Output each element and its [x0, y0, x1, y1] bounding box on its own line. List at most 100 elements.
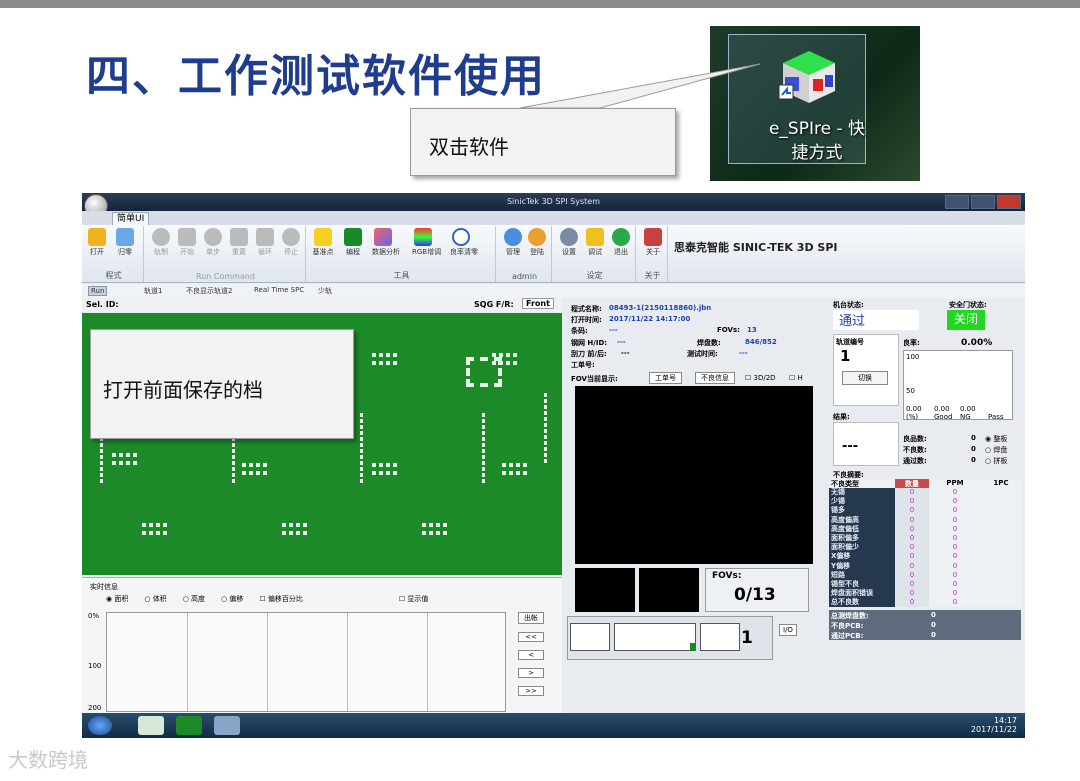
debug-icon — [586, 228, 604, 246]
p-icon — [152, 228, 170, 246]
manage-button[interactable]: 管理 — [502, 228, 524, 257]
checkbox-offset-percent[interactable]: ☐ 偏移百分比 — [259, 594, 303, 604]
radio-area[interactable]: ◉ 面积 — [106, 594, 128, 604]
stencil-label: 钢网 H/ID: — [571, 339, 608, 347]
debug-button[interactable]: 调试 — [584, 228, 606, 257]
radio-height[interactable]: ○ 高度 — [183, 594, 205, 604]
radio-panel[interactable]: ○ 拼板 — [985, 456, 1007, 466]
radio-offset[interactable]: ○ 偏移 — [221, 594, 243, 604]
fov-thumb-2[interactable] — [639, 568, 699, 612]
test-time-label: 测试时间: — [687, 350, 718, 358]
user-icon — [528, 228, 546, 246]
fov-count-box: FOVs: 0/13 — [705, 568, 809, 612]
maximize-button[interactable] — [971, 195, 995, 209]
io-button[interactable]: I/O — [779, 624, 797, 636]
step-button[interactable]: 单步 — [202, 228, 224, 257]
last-button[interactable]: >> — [518, 686, 544, 696]
defect-row[interactable]: Y偏移 0 0 — [829, 561, 1021, 571]
joints: 846/852 — [745, 338, 777, 346]
excel-taskbar-icon[interactable] — [138, 716, 164, 735]
squeegee: --- — [621, 349, 630, 357]
realtime-title: 实时信息 — [90, 583, 118, 591]
subtab-less-track[interactable]: 少轨 — [318, 286, 332, 296]
subtab-defect-track2[interactable]: 不良显示轨道2 — [186, 286, 232, 296]
yield-chart: 100 50 0.00 0.00 0.00 (%) Good NG Pass — [903, 350, 1013, 421]
minimize-button[interactable] — [945, 195, 969, 209]
taskbar-clock: 14:17 2017/11/22 — [970, 716, 1017, 734]
home-button[interactable]: 归零 — [114, 228, 136, 257]
start-orb-icon[interactable] — [88, 716, 112, 735]
tab-simple-ui[interactable]: 简单UI — [112, 212, 150, 225]
stencil: --- — [617, 338, 626, 346]
next-button[interactable]: > — [518, 668, 544, 678]
realtime-chart — [106, 612, 506, 712]
close-button[interactable] — [997, 195, 1021, 209]
board-taskbar-icon[interactable] — [176, 716, 202, 735]
view-subtabs: Run 轨道1 不良显示轨道2 Real Time SPC 少轨 — [82, 284, 1025, 298]
settings-button[interactable]: 设置 — [558, 228, 580, 257]
defect-row[interactable]: 短路 0 0 — [829, 570, 1021, 580]
defect-info-button[interactable]: 不良信息 — [695, 372, 735, 384]
defect-row[interactable]: X偏移 0 0 — [829, 552, 1021, 562]
folder-icon — [88, 228, 106, 246]
defect-row[interactable]: 高度偏高 0 0 — [829, 515, 1021, 525]
checkbox-h[interactable]: ☐ H — [789, 374, 803, 382]
open-button[interactable]: 打开 — [86, 228, 108, 257]
analysis-button[interactable]: 数据分析 — [372, 228, 400, 257]
shortcut-label-line2: 捷方式 — [791, 143, 843, 163]
home-icon — [116, 228, 134, 246]
exit-button[interactable]: 退出 — [610, 228, 632, 257]
defect-row[interactable]: 面积偏多 0 0 — [829, 533, 1021, 544]
defect-row[interactable]: 高度偏低 0 0 — [829, 524, 1021, 534]
fov-image[interactable] — [575, 386, 813, 564]
app-cube-icon — [778, 51, 835, 103]
stop-button[interactable]: 停止 — [280, 228, 302, 257]
chart-icon — [374, 228, 392, 246]
defect-row[interactable]: 无锡 0 0 — [829, 488, 1021, 498]
ribbon: 打开 归零 程式 轨制 开始 单步 重置 循环 停止 Run Command 基… — [82, 225, 1025, 283]
defect-row[interactable]: 锡型不良 0 0 — [829, 579, 1021, 590]
export-button[interactable]: 出帐 — [518, 612, 544, 624]
open-time: 2017/11/22 14:17:00 — [609, 315, 691, 323]
result-box: --- — [833, 422, 899, 466]
login-button[interactable]: 登陆 — [526, 228, 548, 257]
about-button[interactable]: 关于 — [642, 228, 664, 257]
squeegee-label: 刮刀 前/后: — [571, 350, 607, 358]
spi-taskbar-icon[interactable] — [214, 716, 240, 735]
defect-row[interactable]: 焊盘面积错误 0 0 — [829, 589, 1021, 599]
defect-row[interactable]: 总不良数 0 0 — [829, 598, 1021, 608]
status-panel: 机台状态: 安全门状态: 通过 关闭 轨道编号 1 切换 结果: --- 良率:… — [829, 298, 1025, 718]
reset-button[interactable]: 重置 — [228, 228, 250, 257]
exit-arrow-icon — [612, 228, 630, 246]
first-button[interactable]: << — [518, 632, 544, 642]
prev-button[interactable]: < — [518, 650, 544, 660]
subtab-track1[interactable]: 轨道1 — [144, 286, 162, 296]
yield-clear-button[interactable]: 良率清零 — [450, 228, 478, 257]
fov-thumb-1[interactable] — [575, 568, 635, 612]
defect-row[interactable]: 面积偏少 0 0 — [829, 543, 1021, 553]
fiducial-button[interactable]: 基准点 — [312, 228, 334, 257]
bad-count: 0 — [971, 445, 976, 453]
defect-row[interactable]: 少锡 0 0 — [829, 497, 1021, 507]
radio-whole-board[interactable]: ◉ 整板 — [985, 434, 1007, 444]
front-button[interactable]: Front — [522, 298, 554, 309]
checkbox-3d-2d[interactable]: ☐ 3D/2D — [745, 374, 776, 382]
step-icon — [204, 228, 222, 246]
subtab-realtime-spc[interactable]: Real Time SPC — [254, 286, 304, 294]
radio-volume[interactable]: ○ 体积 — [144, 594, 166, 604]
desktop-shortcut[interactable]: e_SPIre - 快 捷方式 — [728, 34, 866, 164]
subtab-run[interactable]: Run — [88, 286, 108, 296]
checkbox-show-value[interactable]: ☐ 显示值 — [399, 594, 429, 604]
start-button[interactable]: 开始 — [176, 228, 198, 257]
switch-track-button[interactable]: 切换 — [842, 371, 888, 385]
program-button[interactable]: 编程 — [342, 228, 364, 257]
radio-pad[interactable]: ○ 焊盘 — [985, 445, 1007, 455]
board-icon — [344, 228, 362, 246]
rgb-icon — [414, 228, 432, 246]
rgb-button[interactable]: RGB增调 — [412, 228, 441, 257]
work-order-button[interactable]: 工单号 — [649, 372, 682, 384]
track-button[interactable]: 轨制 — [150, 228, 172, 257]
fov-title: FOV当前显示: — [571, 375, 618, 383]
defect-row[interactable]: 锡多 0 0 — [829, 506, 1021, 516]
loop-button[interactable]: 循环 — [254, 228, 276, 257]
